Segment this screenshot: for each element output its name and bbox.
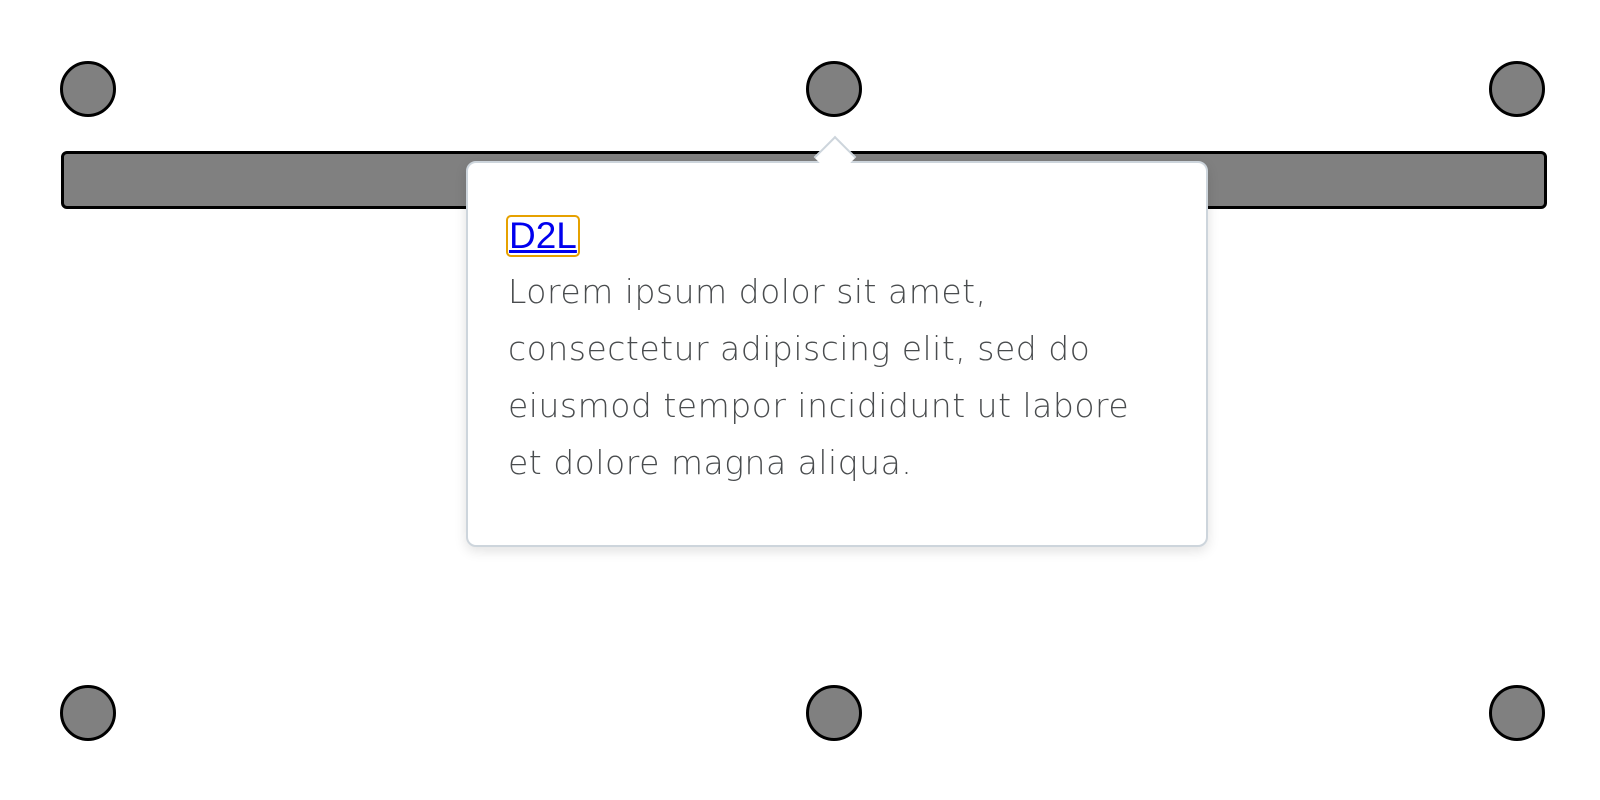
anchor-dot-bottom-right[interactable] [1489, 685, 1545, 741]
anchor-dot-top-center[interactable] [806, 61, 862, 117]
anchor-dot-bottom-center[interactable] [806, 685, 862, 741]
popover: D2L Lorem ipsum dolor sit amet, consecte… [466, 161, 1208, 547]
anchor-dot-top-right[interactable] [1489, 61, 1545, 117]
popover-body-text: Lorem ipsum dolor sit amet, consectetur … [508, 272, 1130, 482]
popover-link[interactable]: D2L [506, 215, 580, 257]
anchor-dot-bottom-left[interactable] [60, 685, 116, 741]
anchor-dot-top-left[interactable] [60, 61, 116, 117]
popover-pointer-mask [812, 163, 858, 183]
stage: D2L Lorem ipsum dolor sit amet, consecte… [0, 0, 1600, 800]
